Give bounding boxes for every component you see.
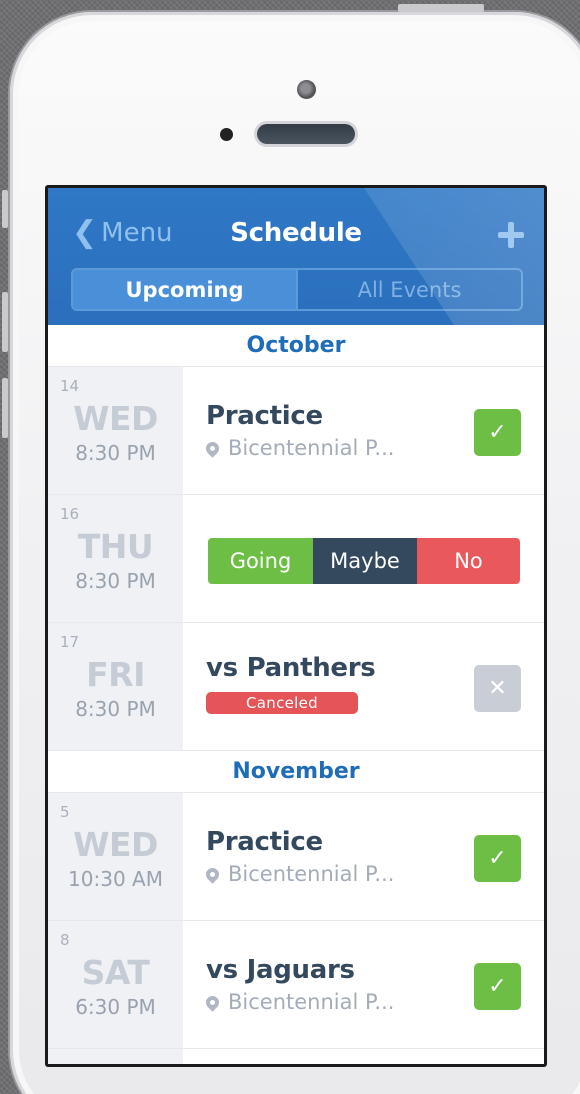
rsvp-control: Going Maybe No xyxy=(208,538,520,584)
app-display: ❮ Menu Schedule Upcoming All Events Octo… xyxy=(48,188,544,1064)
page-title: Schedule xyxy=(230,218,362,248)
location-text: Bicentennial P... xyxy=(228,436,395,460)
event-info: Going Maybe No xyxy=(183,495,544,622)
volume-down-button xyxy=(2,378,8,438)
event-time: 10:30 AM xyxy=(68,867,163,891)
event-row-partial xyxy=(48,1049,544,1064)
date-column: 14 WED 8:30 PM xyxy=(48,367,183,494)
event-title: Practice xyxy=(206,827,323,857)
day-number: 16 xyxy=(60,505,80,523)
event-info: vs Panthers Canceled ✕ xyxy=(183,623,544,750)
event-row[interactable]: 8 SAT 6:30 PM vs Jaguars Bicentennial P.… xyxy=(48,921,544,1049)
event-row[interactable]: 17 FRI 8:30 PM vs Panthers Canceled ✕ xyxy=(48,623,544,751)
day-number: 17 xyxy=(60,633,80,651)
event-info: Practice Bicentennial P... ✓ xyxy=(183,367,544,494)
month-header: November xyxy=(48,751,544,793)
rsvp-no-button[interactable]: No xyxy=(417,538,520,584)
screen: ❮ Menu Schedule Upcoming All Events Octo… xyxy=(45,185,547,1067)
event-location: Bicentennial P... xyxy=(203,990,395,1014)
earpiece-speaker xyxy=(257,124,355,144)
weekday: FRI xyxy=(86,655,145,694)
navigation-bar: ❮ Menu Schedule Upcoming All Events xyxy=(48,188,544,325)
mute-switch xyxy=(2,190,8,228)
tab-upcoming[interactable]: Upcoming xyxy=(73,270,296,309)
plus-icon[interactable] xyxy=(498,222,524,248)
rsvp-maybe-button[interactable]: Maybe xyxy=(313,538,417,584)
event-row[interactable]: 14 WED 8:30 PM Practice Bicentennial P..… xyxy=(48,367,544,495)
tab-all-events[interactable]: All Events xyxy=(296,270,521,309)
event-title: vs Jaguars xyxy=(206,955,355,985)
event-list: October 14 WED 8:30 PM Practice Bicenten… xyxy=(48,325,544,1064)
weekday: WED xyxy=(73,399,158,438)
date-column: 5 WED 10:30 AM xyxy=(48,793,183,920)
power-button xyxy=(398,4,484,12)
event-title: vs Panthers xyxy=(206,653,376,683)
event-info: Practice Bicentennial P... ✓ xyxy=(183,793,544,920)
canceled-badge: Canceled xyxy=(206,692,358,714)
event-time: 8:30 PM xyxy=(75,569,156,593)
rsvp-going-button[interactable]: Going xyxy=(208,538,313,584)
event-time: 6:30 PM xyxy=(75,995,156,1019)
date-column: 8 SAT 6:30 PM xyxy=(48,921,183,1048)
weekday: WED xyxy=(73,825,158,864)
filter-segmented-control: Upcoming All Events xyxy=(71,268,523,311)
check-icon[interactable]: ✓ xyxy=(474,835,521,882)
event-time: 8:30 PM xyxy=(75,697,156,721)
event-info: vs Jaguars Bicentennial P... ✓ xyxy=(183,921,544,1048)
volume-up-button xyxy=(2,292,8,352)
location-text: Bicentennial P... xyxy=(228,862,395,886)
weekday: THU xyxy=(77,527,154,566)
day-number: 5 xyxy=(60,803,70,821)
event-location: Bicentennial P... xyxy=(203,862,395,886)
check-icon[interactable]: ✓ xyxy=(474,409,521,456)
event-row[interactable]: 5 WED 10:30 AM Practice Bicentennial P..… xyxy=(48,793,544,921)
front-camera xyxy=(297,80,316,99)
event-time: 8:30 PM xyxy=(75,441,156,465)
map-pin-icon xyxy=(203,864,222,884)
map-pin-icon xyxy=(203,438,222,458)
location-text: Bicentennial P... xyxy=(228,990,395,1014)
event-title: Practice xyxy=(206,401,323,431)
day-number: 8 xyxy=(60,931,70,949)
proximity-sensor xyxy=(220,128,233,141)
weekday: SAT xyxy=(81,953,150,992)
date-column: 17 FRI 8:30 PM xyxy=(48,623,183,750)
check-icon[interactable]: ✓ xyxy=(474,963,521,1010)
month-header: October xyxy=(48,325,544,367)
date-column xyxy=(48,1049,183,1064)
event-location: Bicentennial P... xyxy=(203,436,395,460)
event-row[interactable]: 16 THU 8:30 PM Going Maybe No xyxy=(48,495,544,623)
map-pin-icon xyxy=(203,992,222,1012)
day-number: 14 xyxy=(60,377,80,395)
date-column: 16 THU 8:30 PM xyxy=(48,495,183,622)
x-icon[interactable]: ✕ xyxy=(474,665,521,712)
